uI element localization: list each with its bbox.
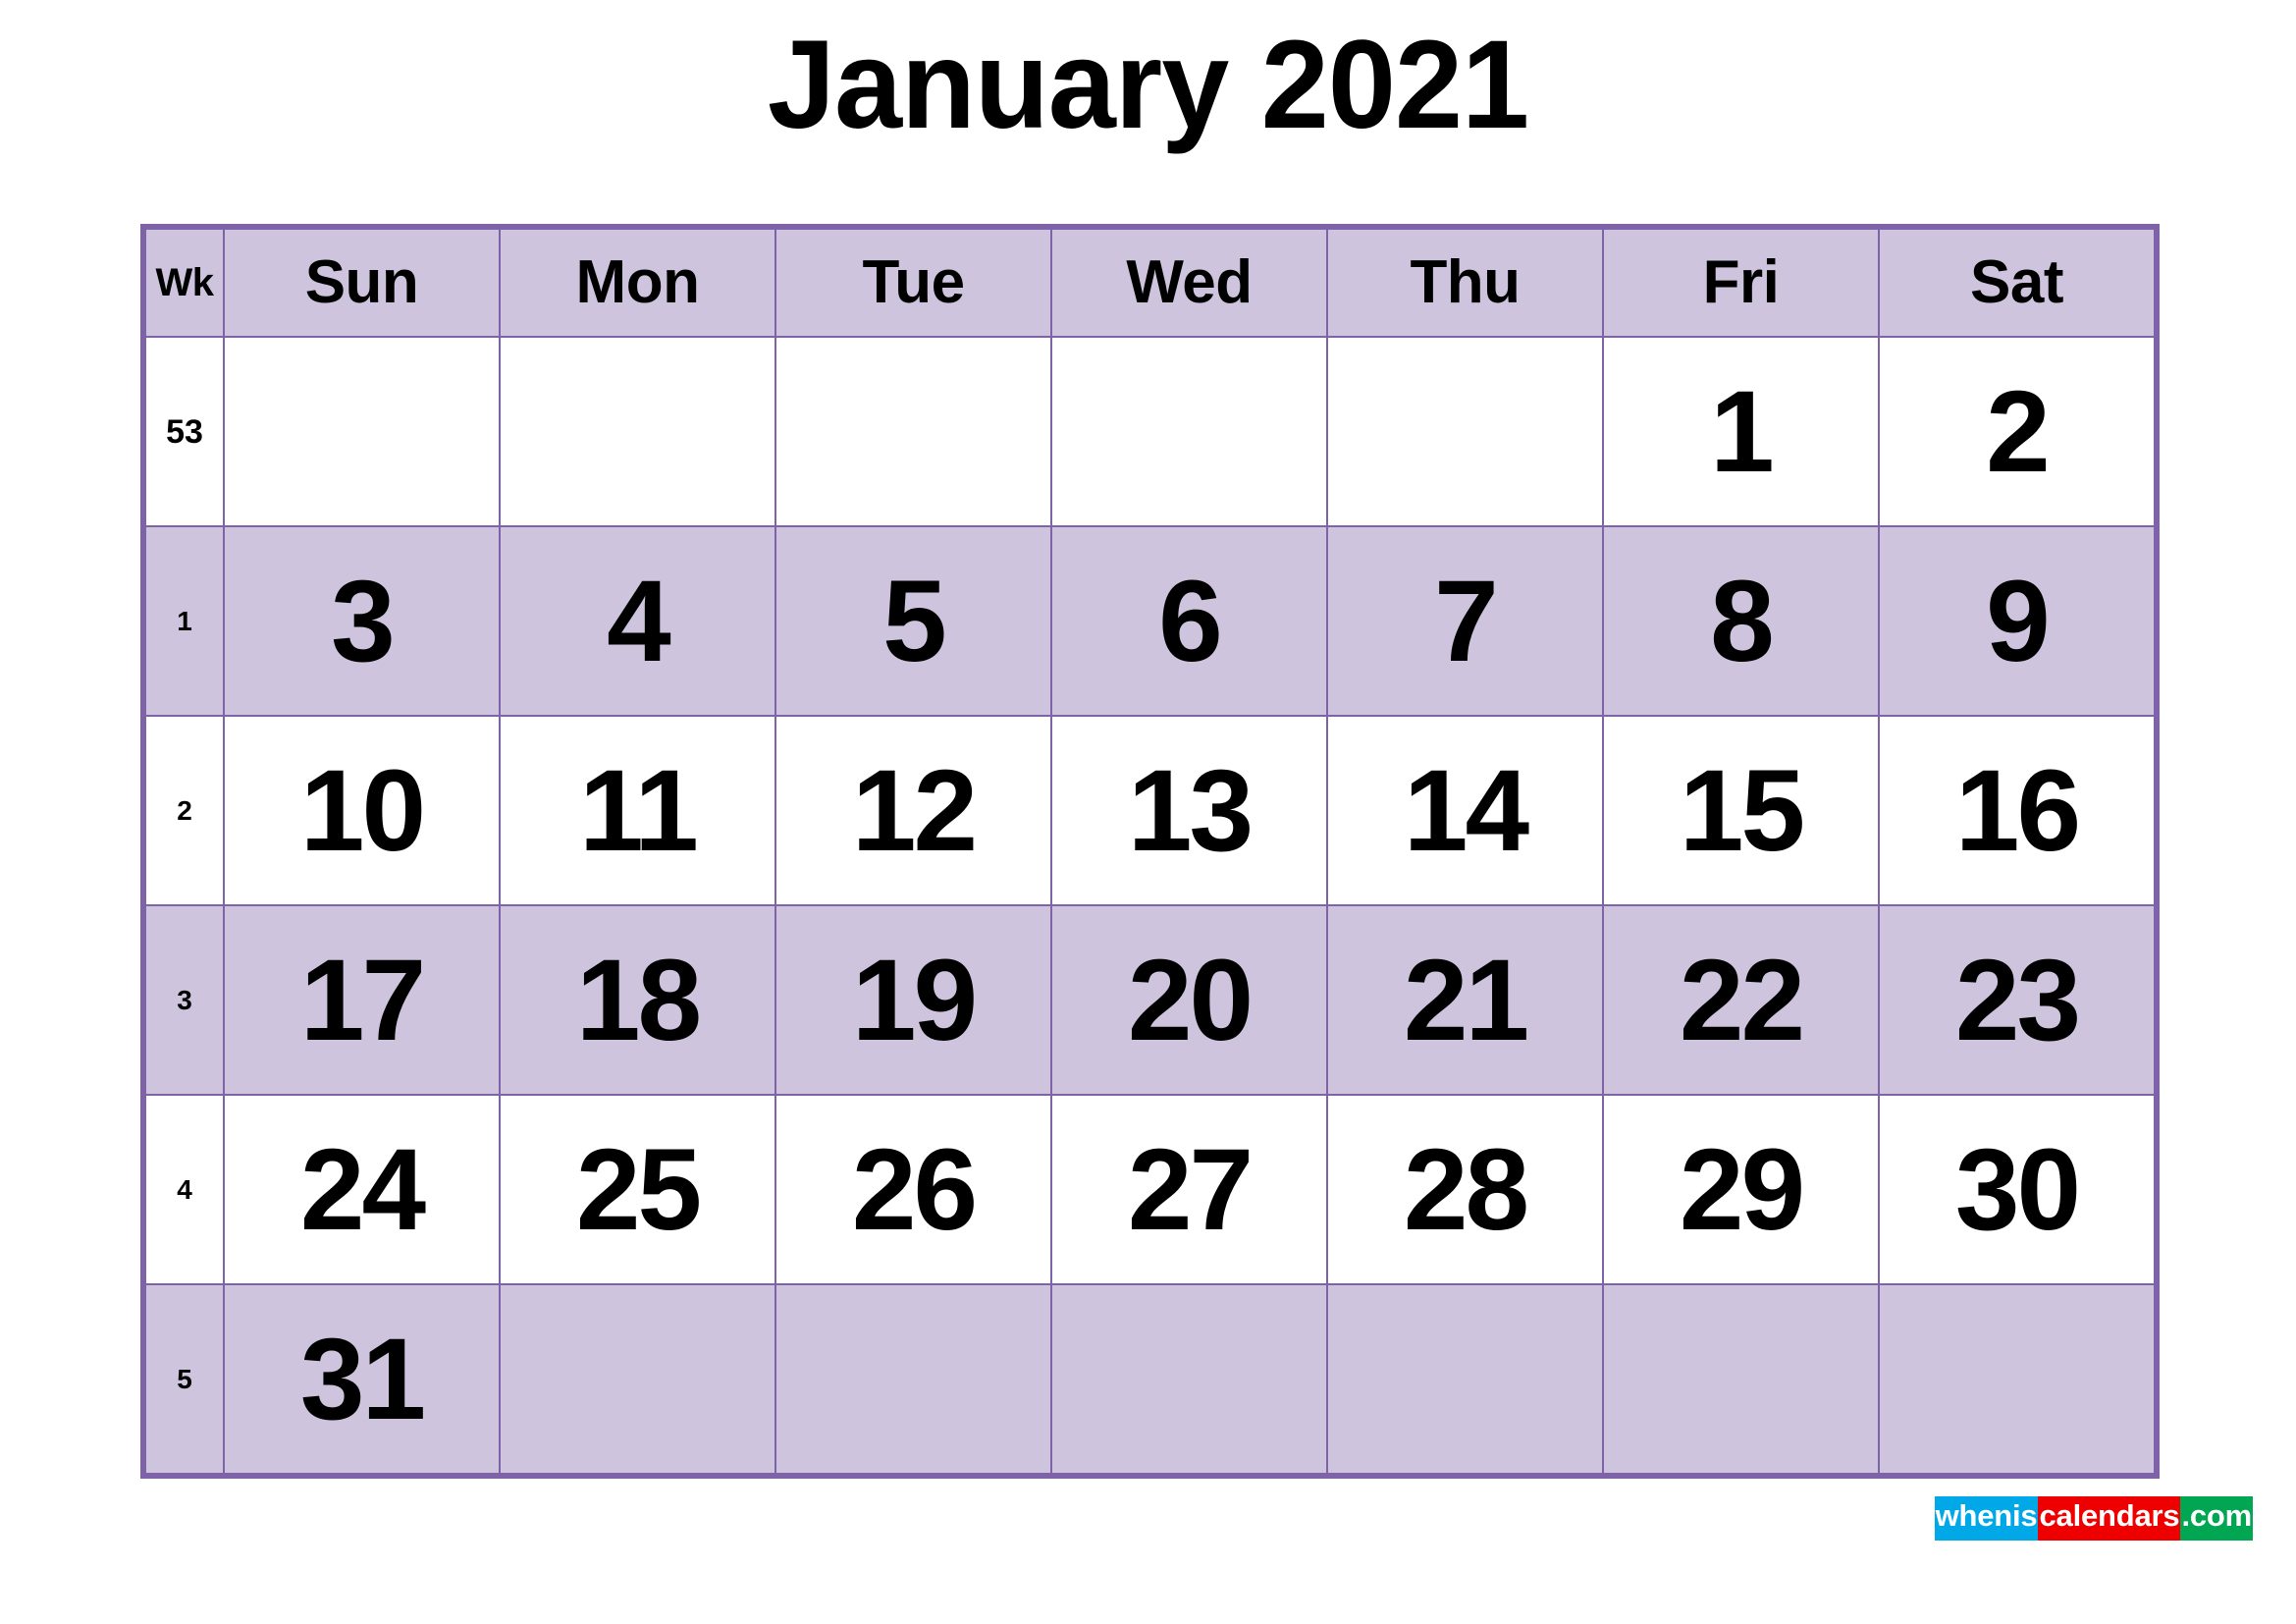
week-row: 3 17 18 19 20 21 22 23 <box>144 904 2156 1096</box>
day-cell[interactable] <box>1050 1283 1328 1475</box>
day-cell[interactable]: 26 <box>774 1094 1052 1285</box>
day-cell[interactable]: 15 <box>1602 715 1880 906</box>
day-cell[interactable]: 7 <box>1326 525 1604 717</box>
page-title: January 2021 <box>767 15 1529 155</box>
day-cell[interactable]: 2 <box>1878 336 2156 527</box>
watermark-part-whenis: whenis <box>1934 1496 2039 1541</box>
day-cell[interactable]: 5 <box>774 525 1052 717</box>
week-row: 53 1 2 <box>144 336 2156 527</box>
calendar-grid: Wk Sun Mon Tue Wed Thu Fri Sat 53 1 2 1 … <box>140 224 2160 1479</box>
site-watermark[interactable]: whenis calendars .com <box>1934 1496 2253 1541</box>
weekday-header-row: Wk Sun Mon Tue Wed Thu Fri Sat <box>144 228 2156 338</box>
day-cell[interactable] <box>499 336 776 527</box>
week-row: 4 24 25 26 27 28 29 30 <box>144 1094 2156 1285</box>
header-mon: Mon <box>499 228 776 338</box>
calendar-header: Wk Sun Mon Tue Wed Thu Fri Sat <box>144 228 2156 338</box>
day-cell[interactable]: 27 <box>1050 1094 1328 1285</box>
header-week-number: Wk <box>144 228 225 338</box>
calendar-table: Wk Sun Mon Tue Wed Thu Fri Sat 53 1 2 1 … <box>144 228 2156 1475</box>
day-cell[interactable] <box>1326 336 1604 527</box>
day-cell[interactable]: 29 <box>1602 1094 1880 1285</box>
day-cell[interactable] <box>774 1283 1052 1475</box>
week-row: 5 31 <box>144 1283 2156 1475</box>
day-cell[interactable]: 6 <box>1050 525 1328 717</box>
day-cell[interactable]: 4 <box>499 525 776 717</box>
day-cell[interactable]: 3 <box>223 525 501 717</box>
week-row: 2 10 11 12 13 14 15 16 <box>144 715 2156 906</box>
day-cell[interactable]: 24 <box>223 1094 501 1285</box>
day-cell[interactable]: 16 <box>1878 715 2156 906</box>
week-number: 53 <box>144 336 225 527</box>
header-sat: Sat <box>1878 228 2156 338</box>
day-cell[interactable] <box>223 336 501 527</box>
day-cell[interactable]: 30 <box>1878 1094 2156 1285</box>
day-cell[interactable] <box>1326 1283 1604 1475</box>
day-cell[interactable]: 19 <box>774 904 1052 1096</box>
day-cell[interactable] <box>1878 1283 2156 1475</box>
header-wed: Wed <box>1050 228 1328 338</box>
day-cell[interactable]: 8 <box>1602 525 1880 717</box>
day-cell[interactable]: 14 <box>1326 715 1604 906</box>
watermark-part-calendars: calendars <box>2038 1496 2181 1541</box>
day-cell[interactable]: 11 <box>499 715 776 906</box>
day-cell[interactable]: 10 <box>223 715 501 906</box>
calendar-body: 53 1 2 1 3 4 5 6 7 8 9 2 10 11 12 13 14 … <box>144 336 2156 1475</box>
week-number: 3 <box>144 904 225 1096</box>
day-cell[interactable]: 31 <box>223 1283 501 1475</box>
day-cell[interactable]: 25 <box>499 1094 776 1285</box>
watermark-part-com: .com <box>2180 1496 2253 1541</box>
day-cell[interactable]: 20 <box>1050 904 1328 1096</box>
day-cell[interactable] <box>499 1283 776 1475</box>
day-cell[interactable]: 23 <box>1878 904 2156 1096</box>
day-cell[interactable]: 1 <box>1602 336 1880 527</box>
week-number: 2 <box>144 715 225 906</box>
header-thu: Thu <box>1326 228 1604 338</box>
day-cell[interactable]: 21 <box>1326 904 1604 1096</box>
calendar-page: January 2021 Wk Sun Mon Tue Wed Thu Fri … <box>0 0 2296 1624</box>
day-cell[interactable]: 28 <box>1326 1094 1604 1285</box>
day-cell[interactable] <box>1050 336 1328 527</box>
day-cell[interactable]: 17 <box>223 904 501 1096</box>
day-cell[interactable]: 12 <box>774 715 1052 906</box>
week-number: 4 <box>144 1094 225 1285</box>
day-cell[interactable]: 18 <box>499 904 776 1096</box>
day-cell[interactable]: 13 <box>1050 715 1328 906</box>
day-cell[interactable]: 22 <box>1602 904 1880 1096</box>
header-tue: Tue <box>774 228 1052 338</box>
week-number: 5 <box>144 1283 225 1475</box>
header-sun: Sun <box>223 228 501 338</box>
day-cell[interactable]: 9 <box>1878 525 2156 717</box>
header-fri: Fri <box>1602 228 1880 338</box>
week-number: 1 <box>144 525 225 717</box>
week-row: 1 3 4 5 6 7 8 9 <box>144 525 2156 717</box>
day-cell[interactable] <box>774 336 1052 527</box>
day-cell[interactable] <box>1602 1283 1880 1475</box>
